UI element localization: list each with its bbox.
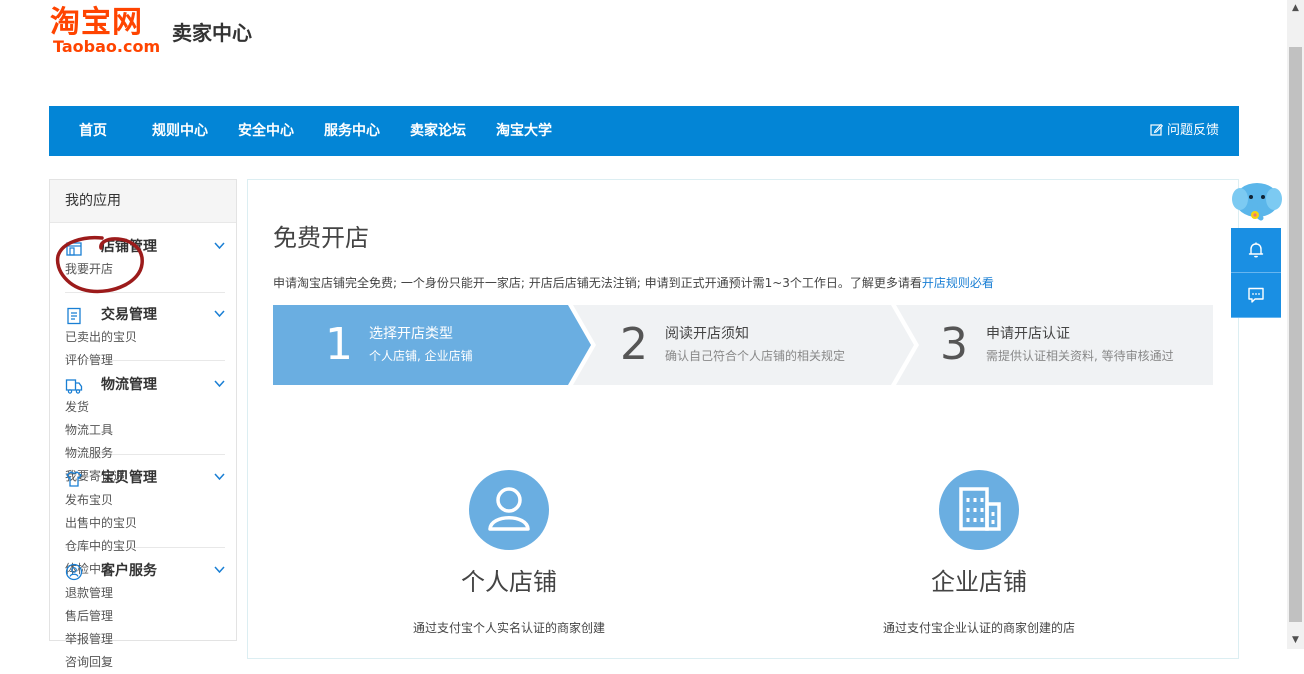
- page-title: 免费开店: [273, 224, 369, 252]
- step-1-number: 1: [325, 319, 353, 370]
- notice-body: 申请淘宝店铺完全免费; 一个身份只能开一家店; 开店后店铺无法注销; 申请到正式…: [273, 276, 922, 290]
- scrollbar-thumb[interactable]: [1289, 47, 1302, 622]
- store-rules-link[interactable]: 开店规则必看: [922, 276, 994, 290]
- step-3-title: 申请开店认证: [986, 326, 1070, 342]
- chevron-down-icon[interactable]: [214, 310, 225, 318]
- sidebar-group-items: 宝贝管理 发布宝贝出售中的宝贝仓库中的宝贝体检中心: [65, 467, 225, 576]
- chevron-down-icon[interactable]: [214, 380, 225, 388]
- chat-icon: [1248, 287, 1264, 303]
- nav-rules-center[interactable]: 规则中心: [152, 106, 208, 156]
- link-logistics-tools[interactable]: 物流工具: [65, 419, 150, 442]
- building-icon: [939, 470, 1019, 550]
- notification-button[interactable]: [1231, 228, 1281, 273]
- link-publish-item[interactable]: 发布宝贝: [65, 489, 150, 512]
- edit-icon: [1150, 123, 1164, 136]
- nav-service-center[interactable]: 服务中心: [324, 106, 380, 156]
- nav-seller-forum[interactable]: 卖家论坛: [410, 106, 466, 156]
- feedback-button[interactable]: 问题反馈: [1150, 106, 1219, 156]
- link-sold-items[interactable]: 已卖出的宝贝: [65, 326, 150, 349]
- vertical-scrollbar[interactable]: ▲ ▼: [1287, 0, 1304, 649]
- enterprise-shop-desc: 通过支付宝企业认证的商家创建的店: [882, 621, 1075, 635]
- step-2-desc: 确认自己符合个人店铺的相关规定: [665, 349, 846, 363]
- feedback-label: 问题反馈: [1166, 123, 1219, 138]
- bell-icon: [1248, 242, 1264, 258]
- enterprise-shop-card[interactable]: 企业店铺 通过支付宝企业认证的商家创建的店: [829, 470, 1129, 636]
- group-header-logistics[interactable]: 物流管理: [65, 374, 225, 396]
- scroll-down-arrow-icon[interactable]: ▼: [1287, 632, 1304, 649]
- chevron-down-icon[interactable]: [214, 566, 225, 574]
- step-2-title: 阅读开店须知: [665, 326, 749, 342]
- group-title-items: 宝贝管理: [101, 470, 157, 486]
- shirt-icon: [66, 471, 82, 487]
- elephant-mascot-icon[interactable]: [1231, 180, 1283, 224]
- nav-security-center[interactable]: 安全中心: [238, 106, 294, 156]
- link-report-management[interactable]: 举报管理: [65, 628, 150, 651]
- user-circle-icon: [65, 563, 83, 581]
- sidebar-group-customer-service: 客户服务 退款管理售后管理举报管理咨询回复: [65, 560, 225, 669]
- group-title-customer-service: 客户服务: [101, 563, 157, 579]
- step-3-number: 3: [940, 319, 968, 370]
- step-1-bg: [273, 305, 591, 385]
- group-header-items[interactable]: 宝贝管理: [65, 467, 225, 489]
- step-2-number: 2: [620, 319, 648, 370]
- nav-home[interactable]: 首页: [79, 106, 107, 156]
- floating-service-panel: [1231, 180, 1283, 318]
- nav-taobao-university[interactable]: 淘宝大学: [496, 106, 552, 156]
- main-navbar: 首页 规则中心 安全中心 服务中心 卖家论坛 淘宝大学 问题反馈: [49, 106, 1239, 156]
- step-1-desc: 个人店铺, 企业店铺: [369, 349, 473, 363]
- notice-text: 申请淘宝店铺完全免费; 一个身份只能开一家店; 开店后店铺无法注销; 申请到正式…: [273, 274, 994, 291]
- sidebar-title: 我的应用: [50, 180, 236, 223]
- main-content: 免费开店 申请淘宝店铺完全免费; 一个身份只能开一家店; 开店后店铺无法注销; …: [247, 179, 1239, 659]
- chevron-down-icon[interactable]: [214, 473, 225, 481]
- link-open-store[interactable]: 我要开店: [65, 258, 150, 281]
- link-refund-management[interactable]: 退款管理: [65, 582, 150, 605]
- personal-shop-desc: 通过支付宝个人实名认证的商家创建: [412, 621, 605, 635]
- store-icon: [66, 242, 82, 256]
- sidebar: 我的应用 店铺管理 我要开店 交易管理 已卖出的宝贝评价管理 物流管理 发货物流…: [49, 179, 237, 669]
- group-title-trade: 交易管理: [101, 307, 157, 323]
- group-header-trade[interactable]: 交易管理: [65, 304, 225, 326]
- link-after-sales[interactable]: 售后管理: [65, 605, 150, 628]
- step-backgrounds: [273, 305, 1213, 385]
- group-title-logistics: 物流管理: [101, 377, 157, 393]
- enterprise-shop-name: 企业店铺: [931, 568, 1027, 596]
- seller-center-title: 卖家中心: [172, 21, 252, 45]
- personal-shop-card[interactable]: 个人店铺 通过支付宝个人实名认证的商家创建: [359, 470, 659, 636]
- link-consult-reply[interactable]: 咨询回复: [65, 651, 150, 674]
- document-icon: [67, 307, 81, 325]
- step-3-desc: 需提供认证相关资料, 等待审核通过: [986, 349, 1174, 363]
- chat-button[interactable]: [1231, 273, 1281, 318]
- step-progress: 1 选择开店类型 个人店铺, 企业店铺 2 阅读开店须知 确认自己符合个人店铺的…: [273, 305, 1213, 385]
- group-header-store[interactable]: 店铺管理: [65, 236, 225, 258]
- personal-shop-name: 个人店铺: [461, 568, 557, 596]
- sidebar-group-trade: 交易管理 已卖出的宝贝评价管理: [65, 304, 225, 367]
- sidebar-group-logistics: 物流管理 发货物流工具物流服务我要寄快递: [65, 374, 225, 483]
- group-title-store: 店铺管理: [101, 239, 157, 255]
- link-items-on-sale[interactable]: 出售中的宝贝: [65, 512, 150, 535]
- sidebar-group-store: 店铺管理 我要开店: [65, 236, 225, 293]
- chevron-down-icon[interactable]: [214, 242, 225, 250]
- logo-english: Taobao.com: [53, 37, 161, 56]
- link-logistics-service[interactable]: 物流服务: [65, 442, 150, 465]
- step-1-title: 选择开店类型: [369, 326, 453, 342]
- taobao-logo[interactable]: 淘宝网 Taobao.com: [50, 8, 160, 56]
- scroll-up-arrow-icon[interactable]: ▲: [1287, 0, 1304, 17]
- person-icon: [469, 470, 549, 550]
- logo-chinese: 淘宝网: [50, 5, 143, 40]
- link-items-in-warehouse[interactable]: 仓库中的宝贝: [65, 535, 150, 558]
- link-ship[interactable]: 发货: [65, 396, 150, 419]
- link-review-management[interactable]: 评价管理: [65, 349, 150, 372]
- group-header-customer-service[interactable]: 客户服务: [65, 560, 225, 582]
- truck-icon: [65, 379, 83, 394]
